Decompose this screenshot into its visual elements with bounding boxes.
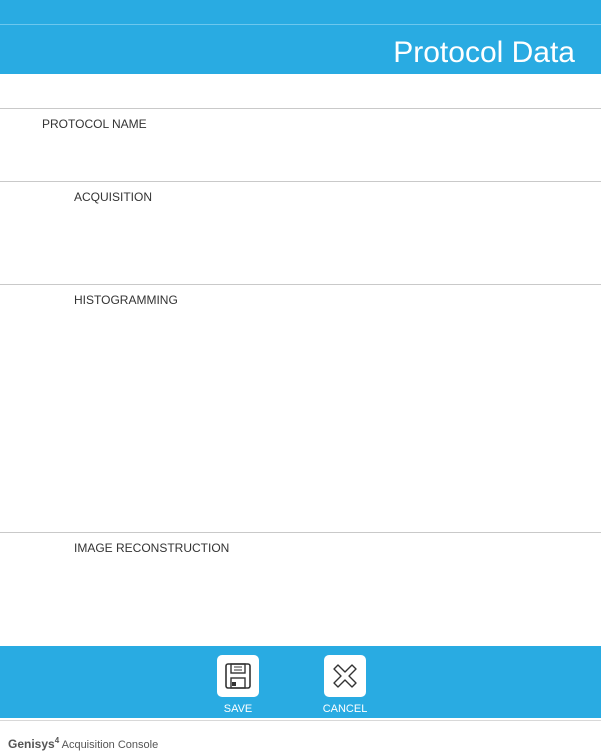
cancel-button[interactable]: CANCEL	[315, 655, 375, 715]
header-bar: Protocol Data	[0, 0, 601, 74]
page-title: Protocol Data	[393, 36, 575, 69]
section-label-protocol-name: PROTOCOL NAME	[42, 117, 147, 131]
section-divider	[0, 532, 601, 533]
action-bar: SAVE CANCEL	[0, 646, 601, 718]
footer-subtitle: Acquisition Console	[61, 739, 159, 751]
close-icon	[324, 655, 366, 697]
cancel-button-label: CANCEL	[322, 703, 368, 715]
section-divider	[0, 108, 601, 109]
section-divider	[0, 181, 601, 182]
section-label-histogramming: HISTOGRAMMING	[74, 293, 178, 307]
save-button-label: SAVE	[223, 703, 253, 715]
save-icon	[217, 655, 259, 697]
section-label-acquisition: ACQUISITION	[74, 190, 153, 204]
footer-divider	[0, 720, 601, 721]
header-divider	[0, 24, 601, 25]
section-label-image-reconstruction: IMAGE RECONSTRUCTION	[74, 541, 230, 555]
brand-name: Genisys4	[8, 736, 60, 751]
footer: Genisys4 Acquisition Console	[8, 733, 158, 753]
section-divider	[0, 284, 601, 285]
save-button[interactable]: SAVE	[208, 655, 268, 715]
